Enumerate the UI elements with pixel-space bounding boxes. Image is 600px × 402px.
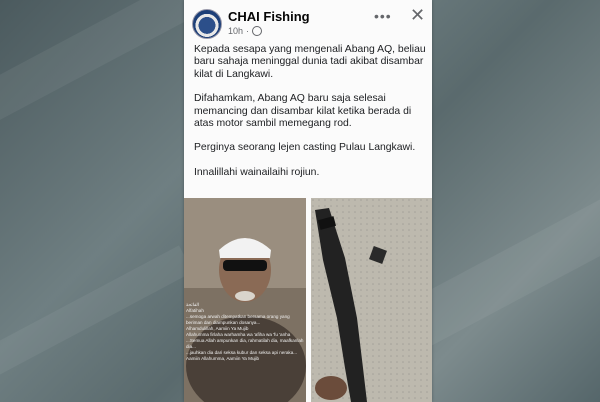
post-body: Kepada sesapa yang mengenali Abang AQ, b… xyxy=(194,44,426,191)
burnt-rod-illustration xyxy=(311,198,432,402)
post-paragraph: Perginya seorang lejen casting Pulau Lan… xyxy=(194,142,416,154)
facebook-post-card: CHAI Fishing 10h · ••• ✕ Kepada sesapa y… xyxy=(184,0,432,402)
more-options-icon[interactable]: ••• xyxy=(374,8,392,24)
globe-icon xyxy=(252,26,263,36)
post-paragraph: Innalillahi wainailaihi rojiun. xyxy=(194,166,320,178)
post-photo-portrait[interactable]: الفاتحة Alfatihah ...semoga arwah ditemp… xyxy=(184,198,306,402)
separator-dot: · xyxy=(246,26,250,36)
close-icon[interactable]: ✕ xyxy=(410,5,425,26)
post-header: CHAI Fishing 10h · ••• ✕ xyxy=(184,0,432,40)
post-photo-fishing-rod[interactable] xyxy=(311,198,432,402)
page-name-link[interactable]: CHAI Fishing xyxy=(228,9,310,24)
photo-caption-overlay: الفاتحة Alfatihah ...semoga arwah ditemp… xyxy=(186,302,304,361)
post-paragraph: Kepada sesapa yang mengenali Abang AQ, b… xyxy=(194,44,426,80)
post-paragraph: Difahamkam, Abang AQ baru saja selesai m… xyxy=(194,93,412,130)
background-streak xyxy=(0,245,193,385)
post-meta: 10h · xyxy=(228,26,263,36)
page-avatar[interactable] xyxy=(192,9,222,39)
background-streak xyxy=(0,0,195,139)
post-timestamp[interactable]: 10h xyxy=(228,26,243,36)
portrait-illustration xyxy=(184,198,306,402)
